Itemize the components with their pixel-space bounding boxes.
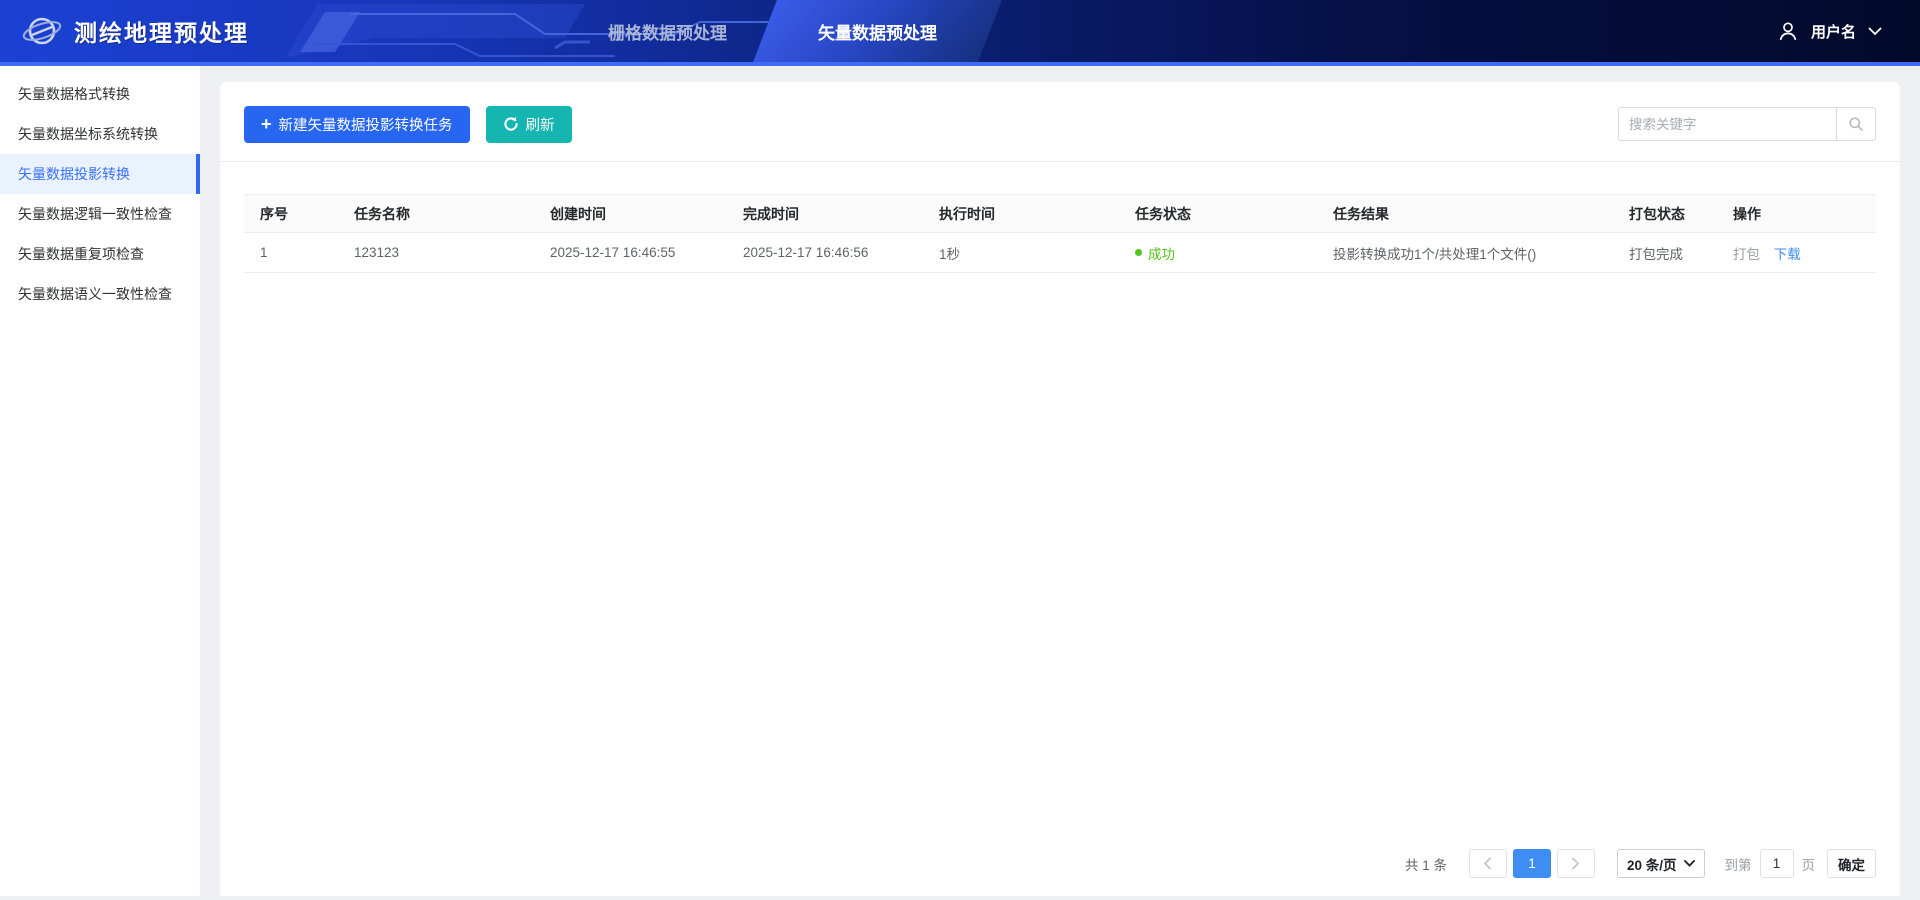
task-table-wrap: 序号 任务名称 创建时间 完成时间 执行时间 任务状态 任务结果 打包状态 操作 — [220, 162, 1900, 273]
content-panel: + 新建矢量数据投影转换任务 刷新 搜索关键字 序号 任务名称 创建时间 完成时… — [220, 82, 1900, 896]
app-title: 测绘地理预处理 — [74, 20, 249, 46]
tab-vector-preprocess[interactable]: 矢量数据预处理 — [753, 0, 1002, 62]
sidebar-item-semantic-consistency-check[interactable]: 矢量数据语义一致性检查 — [0, 274, 200, 314]
col-header-actions: 操作 — [1717, 194, 1876, 233]
search-icon — [1849, 117, 1863, 131]
search-group — [1618, 107, 1876, 141]
package-action-link[interactable]: 打包 — [1733, 247, 1760, 262]
chevron-left-icon — [1484, 857, 1492, 870]
new-projection-task-button[interactable]: + 新建矢量数据投影转换任务 — [244, 105, 470, 143]
col-header-package-status: 打包状态 — [1613, 194, 1717, 233]
search-input[interactable] — [1618, 107, 1836, 141]
cell-task-status: 成功 — [1119, 232, 1317, 273]
col-header-task-status: 任务状态 — [1119, 194, 1317, 233]
goto-page-suffix: 页 — [1801, 857, 1816, 873]
status-dot-icon — [1135, 249, 1142, 256]
prev-page-button[interactable] — [1468, 849, 1507, 878]
table-header-row: 序号 任务名称 创建时间 完成时间 执行时间 任务状态 任务结果 打包状态 操作 — [244, 194, 1876, 233]
tab-raster-preprocess[interactable]: 栅格数据预处理 — [590, 0, 745, 62]
col-header-task-name: 任务名称 — [338, 194, 534, 233]
user-name: 用户名 — [1810, 23, 1856, 41]
chevron-down-icon — [1683, 860, 1695, 867]
toolbar: + 新建矢量数据投影转换任务 刷新 — [220, 104, 1900, 144]
col-header-exec-time: 执行时间 — [923, 194, 1119, 233]
col-header-task-result: 任务结果 — [1317, 194, 1613, 233]
col-header-finished-time: 完成时间 — [727, 194, 923, 233]
search-button[interactable] — [1836, 107, 1876, 141]
goto-page-prefix: 到第 — [1724, 857, 1752, 873]
col-header-created-time: 创建时间 — [534, 194, 727, 233]
refresh-icon — [503, 116, 518, 131]
status-text: 成功 — [1148, 246, 1175, 262]
sidebar-item-format-convert[interactable]: 矢量数据格式转换 — [0, 74, 200, 114]
globe-orbit-logo-icon — [22, 17, 62, 45]
task-table: 序号 任务名称 创建时间 完成时间 执行时间 任务状态 任务结果 打包状态 操作 — [244, 194, 1876, 273]
next-page-button[interactable] — [1556, 849, 1595, 878]
cell-created-time: 2025-12-17 16:46:55 — [534, 232, 727, 273]
sidebar: 矢量数据格式转换 矢量数据坐标系统转换 矢量数据投影转换 矢量数据逻辑一致性检查… — [0, 66, 200, 896]
pagination: 共 1 条 1 20 条/页 到第 1 页 确定 — [1405, 849, 1876, 878]
goto-confirm-button[interactable]: 确定 — [1827, 849, 1876, 878]
pagination-total: 共 1 条 — [1404, 857, 1447, 873]
user-icon — [1779, 22, 1797, 41]
sidebar-gutter — [200, 66, 220, 896]
cell-finished-time: 2025-12-17 16:46:56 — [727, 232, 923, 273]
sidebar-item-duplicate-check[interactable]: 矢量数据重复项检查 — [0, 234, 200, 274]
refresh-button[interactable]: 刷新 — [485, 105, 572, 143]
cell-index: 1 — [244, 232, 338, 273]
app-logo: 测绘地理预处理 — [22, 0, 249, 62]
cell-actions: 打包 下载 — [1717, 232, 1876, 273]
page-size-select[interactable]: 20 条/页 — [1616, 849, 1705, 878]
cell-task-name: 123123 — [338, 232, 534, 273]
app-header: 测绘地理预处理 栅格数据预处理 矢量数据预处理 用户名 — [0, 0, 1920, 66]
cell-task-result: 投影转换成功1个/共处理1个文件() — [1317, 232, 1613, 273]
plus-icon: + — [261, 114, 272, 134]
col-header-index: 序号 — [244, 194, 338, 233]
sidebar-item-coordinate-system-convert[interactable]: 矢量数据坐标系统转换 — [0, 114, 200, 154]
download-action-link[interactable]: 下载 — [1774, 247, 1801, 262]
goto-page-input[interactable] — [1759, 849, 1794, 878]
page-number-button[interactable]: 1 — [1512, 849, 1551, 878]
sidebar-item-logical-consistency-check[interactable]: 矢量数据逻辑一致性检查 — [0, 194, 200, 234]
cell-exec-time: 1秒 — [923, 232, 1119, 273]
chevron-right-icon — [1572, 857, 1580, 870]
chevron-down-icon — [1868, 27, 1882, 35]
cell-package-status: 打包完成 — [1613, 232, 1717, 273]
table-row: 1 123123 2025-12-17 16:46:55 2025-12-17 … — [244, 232, 1876, 273]
sidebar-item-projection-convert[interactable]: 矢量数据投影转换 — [0, 154, 200, 194]
user-menu[interactable]: 用户名 — [1777, 0, 1882, 62]
